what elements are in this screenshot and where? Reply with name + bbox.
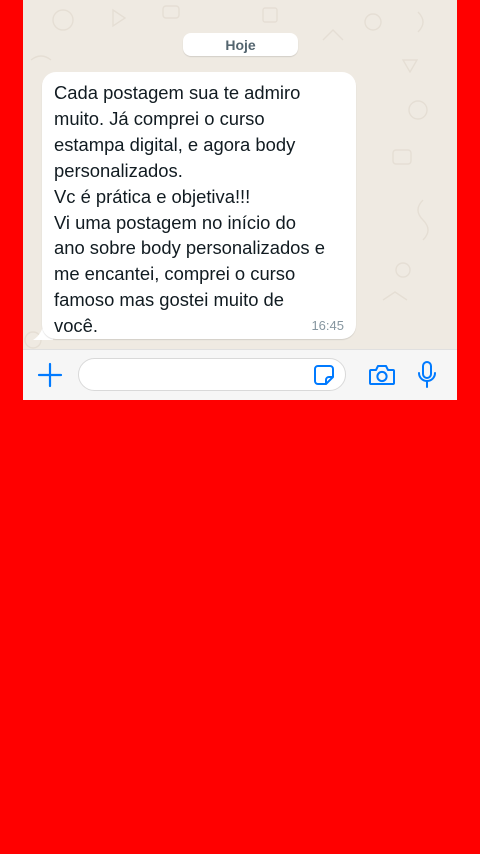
message-composer: [23, 349, 457, 400]
message-text: Cada postagem sua te admiro muito. Já co…: [54, 82, 325, 337]
microphone-icon: [418, 361, 436, 388]
camera-icon: [369, 365, 395, 385]
attach-button[interactable]: [37, 362, 63, 388]
date-label: Hoje: [225, 36, 256, 53]
date-separator: Hoje: [183, 33, 298, 56]
incoming-message-bubble[interactable]: Cada postagem sua te admiro muito. Já co…: [42, 72, 356, 339]
chat-area[interactable]: Hoje Cada postagem sua te admiro muito. …: [23, 0, 457, 349]
camera-button[interactable]: [368, 362, 396, 388]
chat-screen: Hoje Cada postagem sua te admiro muito. …: [23, 0, 457, 400]
message-input[interactable]: [78, 358, 346, 391]
message-timestamp: 16:45: [311, 318, 344, 333]
plus-icon: [37, 362, 63, 388]
sticker-icon: [314, 365, 334, 385]
sticker-button[interactable]: [312, 363, 336, 387]
voice-message-button[interactable]: [416, 360, 438, 390]
